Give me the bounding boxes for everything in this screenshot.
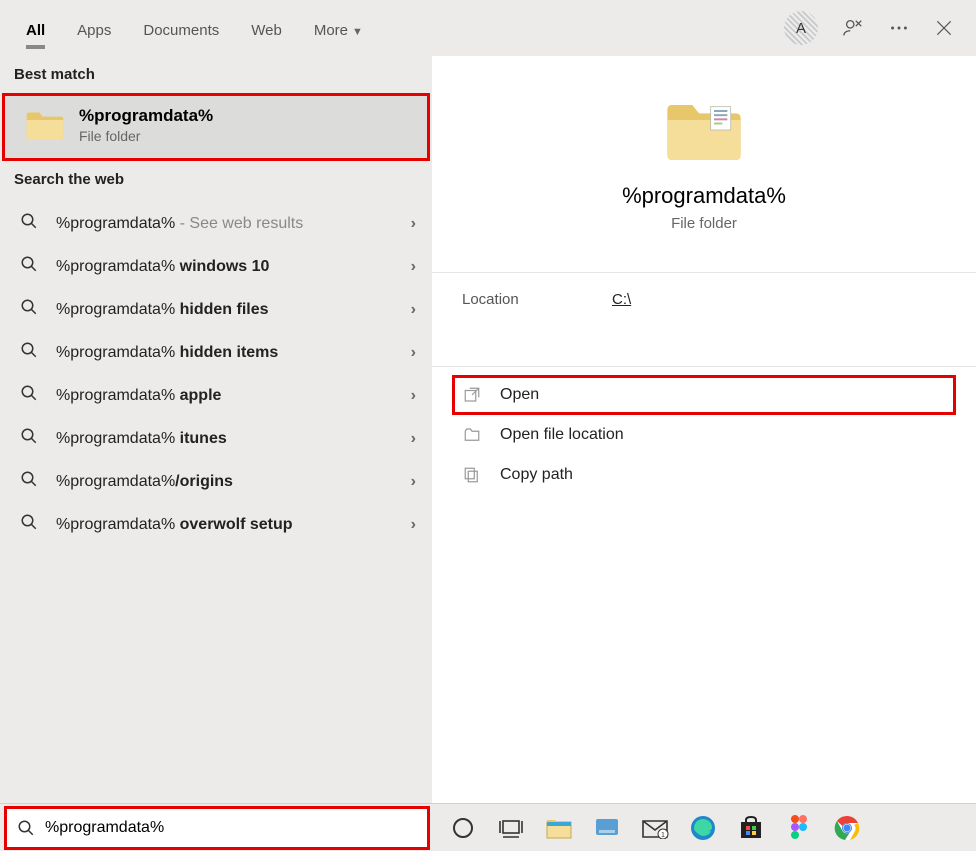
store-icon[interactable] bbox=[736, 813, 766, 843]
chevron-down-icon: ▼ bbox=[352, 26, 363, 38]
mail-icon[interactable]: 1 bbox=[640, 813, 670, 843]
chevron-right-icon: › bbox=[411, 516, 416, 534]
web-result[interactable]: %programdata% - See web results › bbox=[8, 202, 424, 245]
chevron-right-icon: › bbox=[411, 473, 416, 491]
best-match-item[interactable]: %programdata% File folder bbox=[2, 93, 430, 161]
web-result[interactable]: %programdata% windows 10 › bbox=[8, 245, 424, 288]
web-result[interactable]: %programdata% hidden items › bbox=[8, 331, 424, 374]
tab-apps[interactable]: Apps bbox=[61, 4, 127, 53]
chevron-right-icon: › bbox=[411, 258, 416, 276]
best-match-title: %programdata% bbox=[79, 106, 213, 126]
tab-more[interactable]: More▼ bbox=[298, 4, 379, 53]
tab-web[interactable]: Web bbox=[235, 4, 298, 53]
web-result[interactable]: %programdata%/origins › bbox=[8, 460, 424, 503]
tab-documents[interactable]: Documents bbox=[127, 4, 235, 53]
chevron-right-icon: › bbox=[411, 387, 416, 405]
best-match-subtitle: File folder bbox=[79, 128, 213, 144]
search-icon bbox=[20, 427, 40, 450]
best-match-header: Best match bbox=[0, 56, 432, 93]
close-icon[interactable] bbox=[934, 18, 954, 38]
action-copy-path[interactable]: Copy path bbox=[452, 455, 956, 495]
action-open[interactable]: Open bbox=[452, 375, 956, 415]
search-icon bbox=[20, 298, 40, 321]
folder-open-icon bbox=[462, 425, 482, 445]
file-explorer-icon[interactable] bbox=[544, 813, 574, 843]
chrome-icon[interactable] bbox=[832, 813, 862, 843]
search-icon bbox=[20, 513, 40, 536]
preview-title: %programdata% bbox=[622, 183, 786, 209]
cortana-icon[interactable] bbox=[448, 813, 478, 843]
filter-tabs: All Apps Documents Web More▼ bbox=[10, 4, 379, 53]
more-options-icon[interactable] bbox=[888, 17, 910, 39]
search-box[interactable] bbox=[4, 806, 430, 850]
svg-text:1: 1 bbox=[661, 832, 665, 839]
edge-icon[interactable] bbox=[688, 813, 718, 843]
location-row: Location C:\ bbox=[432, 273, 976, 326]
copy-icon bbox=[462, 465, 482, 485]
location-label: Location bbox=[462, 291, 612, 308]
figma-icon[interactable] bbox=[784, 813, 814, 843]
web-result[interactable]: %programdata% itunes › bbox=[8, 417, 424, 460]
web-result[interactable]: %programdata% overwolf setup › bbox=[8, 503, 424, 546]
search-icon bbox=[20, 212, 40, 235]
tab-all[interactable]: All bbox=[10, 4, 61, 53]
location-link[interactable]: C:\ bbox=[612, 291, 631, 308]
taskbar: 1 bbox=[0, 803, 976, 851]
web-result[interactable]: %programdata% apple › bbox=[8, 374, 424, 417]
feedback-icon[interactable] bbox=[842, 17, 864, 39]
search-header: All Apps Documents Web More▼ A bbox=[0, 0, 976, 56]
folder-icon bbox=[25, 108, 65, 142]
results-pane: Best match %programdata% File folder Sea… bbox=[0, 56, 432, 803]
web-result[interactable]: %programdata% hidden files › bbox=[8, 288, 424, 331]
action-open-file-location[interactable]: Open file location bbox=[452, 415, 956, 455]
preview-actions: Open Open file location Copy path bbox=[432, 367, 976, 503]
search-icon bbox=[17, 819, 35, 837]
web-results-list: %programdata% - See web results › %progr… bbox=[0, 198, 432, 548]
app-icon-1[interactable] bbox=[592, 813, 622, 843]
search-icon bbox=[20, 255, 40, 278]
search-icon bbox=[20, 470, 40, 493]
chevron-right-icon: › bbox=[411, 344, 416, 362]
chevron-right-icon: › bbox=[411, 215, 416, 233]
task-view-icon[interactable] bbox=[496, 813, 526, 843]
search-input[interactable] bbox=[45, 819, 417, 837]
search-icon bbox=[20, 384, 40, 407]
search-web-header: Search the web bbox=[0, 161, 432, 198]
search-icon bbox=[20, 341, 40, 364]
open-icon bbox=[462, 385, 482, 405]
user-avatar[interactable]: A bbox=[784, 11, 818, 45]
preview-subtitle: File folder bbox=[671, 215, 737, 232]
preview-pane: %programdata% File folder Location C:\ O… bbox=[432, 56, 976, 803]
chevron-right-icon: › bbox=[411, 430, 416, 448]
chevron-right-icon: › bbox=[411, 301, 416, 319]
folder-icon bbox=[664, 96, 744, 169]
